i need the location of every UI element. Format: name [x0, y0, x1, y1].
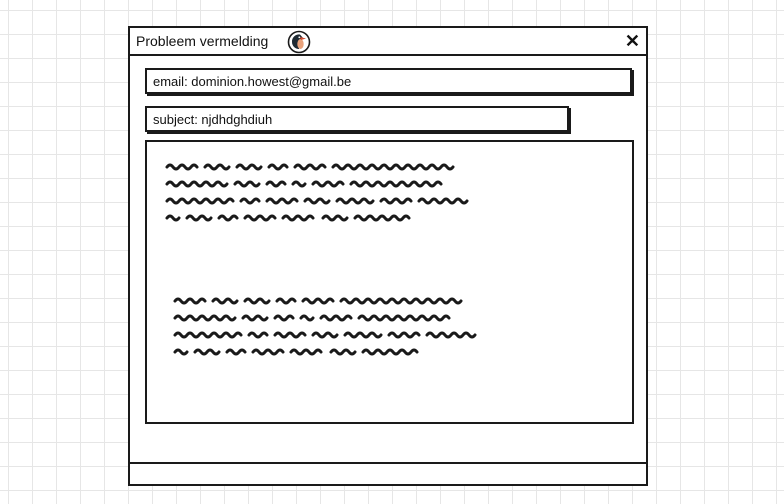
email-field[interactable]: email: dominion.howest@gmail.be: [145, 68, 632, 94]
close-button[interactable]: ✕: [625, 30, 640, 52]
close-icon: ✕: [624, 31, 640, 51]
message-textarea[interactable]: [145, 140, 634, 424]
title-bar: Probleem vermelding ✕: [130, 28, 646, 56]
subject-field-text: subject: njdhdghdiuh: [153, 112, 273, 127]
scribble-paragraph-2: [173, 297, 477, 356]
status-bar: [130, 462, 646, 486]
email-field-text: email: dominion.howest@gmail.be: [153, 74, 352, 89]
subject-field[interactable]: subject: njdhdghdiuh: [145, 106, 569, 132]
window-title: Probleem vermelding: [136, 33, 269, 49]
penguin-icon: [287, 30, 311, 54]
scribble-paragraph-1: [165, 163, 469, 222]
problem-report-window: Probleem vermelding ✕ email: dominion.ho…: [128, 26, 648, 486]
